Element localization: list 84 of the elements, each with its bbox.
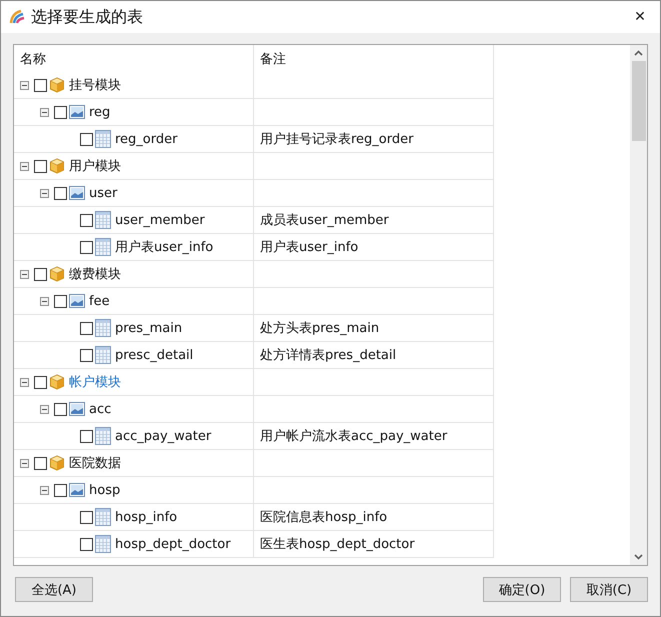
checkbox[interactable] <box>54 402 67 416</box>
tree-item-label[interactable]: 医院数据 <box>69 454 121 472</box>
table-cell-text: 用户帐户流水表acc_pay_water <box>260 428 448 445</box>
table-icon <box>95 427 111 445</box>
checkbox[interactable] <box>54 106 67 118</box>
table-icon <box>95 508 111 526</box>
checkbox[interactable] <box>34 160 47 172</box>
tree-item-label[interactable]: 用户模块 <box>69 157 121 175</box>
tree-item-label[interactable]: 帐户模块 <box>69 373 121 391</box>
collapse-toggle[interactable] <box>40 108 49 116</box>
table-cell-text: 成员表user_member <box>260 212 389 229</box>
close-button[interactable]: ✕ <box>620 1 660 33</box>
checkbox[interactable] <box>80 348 93 362</box>
collapse-toggle[interactable] <box>20 270 29 278</box>
cube-icon <box>49 374 65 390</box>
select-all-button[interactable]: 全选(A) <box>15 577 93 602</box>
table-cell-text: 处方头表pres_main <box>260 320 380 337</box>
cube-icon <box>49 158 65 174</box>
cube-icon <box>49 455 65 471</box>
checkbox[interactable] <box>54 186 67 200</box>
image-icon <box>69 401 85 417</box>
image-icon <box>69 293 85 309</box>
window-title: 选择要生成的表 <box>31 6 144 28</box>
tree-item-label[interactable]: hosp_dept_doctor <box>115 536 231 552</box>
table-cell-text: 医生表hosp_dept_doctor <box>260 536 415 553</box>
checkbox[interactable] <box>80 322 93 334</box>
checkbox[interactable] <box>54 294 67 308</box>
ok-button[interactable]: 确定(O) <box>483 577 561 602</box>
collapse-toggle[interactable] <box>40 404 49 414</box>
collapse-toggle[interactable] <box>40 188 49 198</box>
checkbox[interactable] <box>80 510 93 524</box>
scrollbar-thumb[interactable] <box>632 61 646 141</box>
collapse-toggle[interactable] <box>20 378 29 386</box>
tree-item-label[interactable]: 用户表user_info <box>115 238 214 256</box>
column-header[interactable]: 名称 <box>14 45 254 72</box>
image-icon <box>69 104 85 120</box>
checkbox[interactable] <box>34 78 47 92</box>
scrollbar[interactable] <box>630 45 647 565</box>
table-icon <box>95 535 111 553</box>
checkbox[interactable] <box>80 214 93 226</box>
column-header[interactable]: 备注 <box>254 45 494 72</box>
table-icon <box>95 211 111 229</box>
checkbox[interactable] <box>80 132 93 146</box>
tree-item-label[interactable]: 挂号模块 <box>69 76 121 94</box>
cube-icon <box>49 266 65 282</box>
table-cell-text: 处方详情表pres_detail <box>260 347 396 364</box>
checkbox[interactable] <box>80 430 93 442</box>
table-cell-text: 医院信息表hosp_info <box>260 509 388 526</box>
tree-item-label[interactable]: acc_pay_water <box>115 428 212 444</box>
scroll-down-icon[interactable] <box>634 554 643 560</box>
cube-icon <box>49 77 65 93</box>
table-icon <box>95 238 111 256</box>
tree-item-label[interactable]: user <box>89 186 118 200</box>
tree-item-label[interactable]: pres_main <box>115 320 182 336</box>
checkbox[interactable] <box>54 484 67 496</box>
checkbox[interactable] <box>34 376 47 388</box>
image-icon <box>69 185 85 201</box>
tree-item-label[interactable]: reg <box>89 104 110 120</box>
collapse-toggle[interactable] <box>20 80 29 90</box>
tree-item-label[interactable]: 缴费模块 <box>69 265 121 283</box>
tree-item-label[interactable]: hosp <box>89 482 120 498</box>
tree-item-label[interactable]: fee <box>89 294 110 308</box>
collapse-toggle[interactable] <box>20 458 29 468</box>
checkbox[interactable] <box>80 240 93 254</box>
tree-item-label[interactable]: acc <box>89 402 112 416</box>
table-icon <box>95 130 111 148</box>
table-cell-text: 用户表user_info <box>260 239 358 256</box>
table-icon <box>95 319 111 337</box>
app-logo-icon <box>9 9 25 25</box>
tree-item-label[interactable]: user_member <box>115 212 205 228</box>
checkbox[interactable] <box>34 268 47 280</box>
tree-item-label[interactable]: hosp_info <box>115 510 178 524</box>
table-icon <box>95 346 111 364</box>
collapse-toggle[interactable] <box>20 162 29 170</box>
checkbox[interactable] <box>80 538 93 550</box>
tree-item-label[interactable]: presc_detail <box>115 348 194 362</box>
image-icon <box>69 482 85 498</box>
tree-item-label[interactable]: reg_order <box>115 132 178 146</box>
scroll-up-icon[interactable] <box>634 50 643 56</box>
cancel-button[interactable]: 取消(C) <box>570 577 648 602</box>
checkbox[interactable] <box>34 456 47 470</box>
table-cell-text: 用户挂号记录表reg_order <box>260 131 414 148</box>
collapse-toggle[interactable] <box>40 486 49 494</box>
collapse-toggle[interactable] <box>40 296 49 306</box>
